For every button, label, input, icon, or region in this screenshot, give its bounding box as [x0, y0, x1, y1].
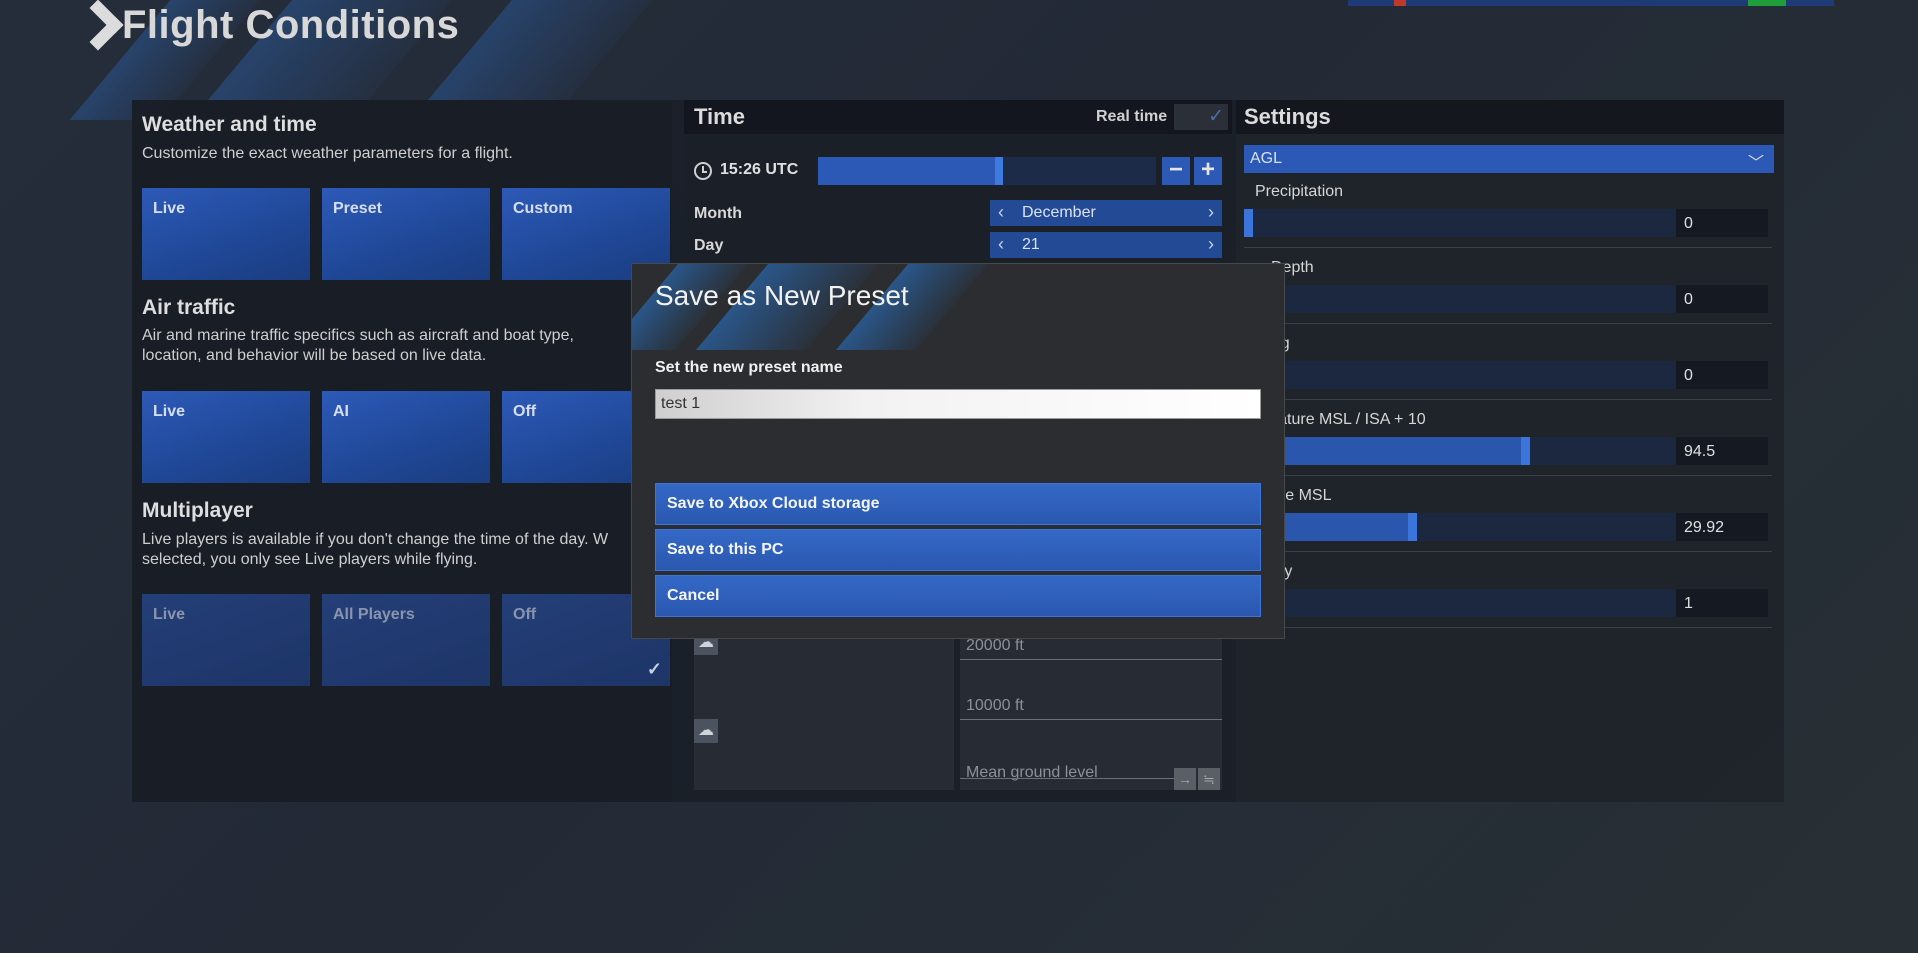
time-slider-fill — [818, 157, 995, 185]
setting-slider[interactable] — [1244, 209, 1676, 237]
checkmark-icon: ✓ — [646, 659, 662, 679]
cancel-button[interactable]: Cancel — [655, 575, 1261, 617]
multiplayer-description-1: Live players is available if you don't c… — [142, 531, 609, 548]
weather-time-description: Customize the exact weather parameters f… — [142, 145, 513, 162]
preset-name-input[interactable] — [655, 389, 1261, 419]
save-preset-dialog: Save as New Preset Set the new preset na… — [631, 263, 1285, 639]
bg-stripe — [428, 0, 652, 100]
time-title: Time — [694, 104, 745, 129]
setting-slider-fill — [1244, 437, 1525, 465]
setting-value: 1 — [1684, 595, 1693, 612]
chevron-left-icon[interactable]: ‹ — [998, 202, 1004, 223]
air-traffic-description-1: Air and marine traffic specifics such as… — [142, 327, 574, 344]
setting-value-field[interactable]: 0 — [1676, 209, 1768, 237]
setting-slider[interactable] — [1244, 589, 1676, 617]
time-decrement-button[interactable]: − — [1162, 157, 1190, 185]
altitude-reference-dropdown[interactable]: AGL ﹀ — [1244, 145, 1774, 173]
month-label: Month — [694, 205, 742, 222]
weather-time-title: Weather and time — [142, 113, 317, 136]
weather-option-preset[interactable]: Preset — [322, 188, 490, 280]
chevron-right-icon[interactable]: › — [1208, 202, 1214, 223]
setting-label: Precipitation — [1255, 183, 1344, 200]
setting-divider — [1244, 399, 1772, 400]
altitude-gridline — [960, 778, 1178, 779]
wind-icon[interactable]: ≒ — [1198, 768, 1220, 790]
air-traffic-option-live[interactable]: Live — [142, 391, 310, 483]
month-stepper[interactable]: ‹ December › — [990, 200, 1222, 226]
setting-slider[interactable] — [1244, 285, 1676, 313]
dialog-title: Save as New Preset — [655, 280, 909, 311]
preset-name-label: Set the new preset name — [655, 359, 843, 376]
day-label: Day — [694, 237, 724, 254]
save-cloud-button[interactable]: Save to Xbox Cloud storage — [655, 483, 1261, 525]
time-increment-button[interactable]: + — [1194, 157, 1222, 185]
altitude-reference-value: AGL — [1250, 150, 1283, 167]
month-value: December — [1022, 204, 1096, 221]
setting-slider-handle[interactable] — [1521, 437, 1530, 465]
setting-slider[interactable] — [1244, 437, 1676, 465]
weather-option-live[interactable]: Live — [142, 188, 310, 280]
altitude-label: 20000 ft — [966, 637, 1024, 654]
page-header: Flight Conditions — [80, 0, 459, 50]
air-traffic-title: Air traffic — [142, 296, 236, 319]
setting-value-field[interactable]: 0 — [1676, 361, 1768, 389]
arrow-right-icon[interactable]: → — [1174, 768, 1196, 790]
time-of-day-value: 15:26 UTC — [720, 161, 799, 178]
setting-value-field[interactable]: 29.92 — [1676, 513, 1768, 541]
setting-value: 0 — [1684, 367, 1693, 384]
real-time-checkbox[interactable]: ✓ — [1174, 104, 1228, 130]
chevron-right-icon — [80, 5, 108, 45]
chevron-down-icon: ﹀ — [1747, 155, 1764, 172]
top-status-strip — [1348, 0, 1834, 6]
setting-slider[interactable] — [1244, 361, 1676, 389]
multiplayer-option-all-players[interactable]: All Players — [322, 594, 490, 686]
page-title: Flight Conditions — [122, 2, 460, 47]
multiplayer-option-live[interactable]: Live — [142, 594, 310, 686]
setting-value-field[interactable]: 0 — [1676, 285, 1768, 313]
air-traffic-description-2: location, and behavior will be based on … — [142, 347, 487, 364]
setting-divider — [1244, 475, 1772, 476]
altitude-label: Mean ground level — [966, 764, 1098, 781]
setting-value-field[interactable]: 1 — [1676, 589, 1768, 617]
setting-divider — [1244, 323, 1772, 324]
checkmark-icon: ✓ — [1208, 106, 1224, 127]
cloud-icon[interactable] — [694, 719, 718, 743]
altitude-gridline — [960, 659, 1222, 660]
setting-divider — [1244, 247, 1772, 248]
setting-value-field[interactable]: 94.5 — [1676, 437, 1768, 465]
chevron-left-icon[interactable]: ‹ — [998, 234, 1004, 255]
altitude-label: 10000 ft — [966, 697, 1024, 714]
setting-slider[interactable] — [1244, 513, 1676, 541]
air-traffic-option-ai[interactable]: AI — [322, 391, 490, 483]
save-pc-button[interactable]: Save to this PC — [655, 529, 1261, 571]
setting-value: 0 — [1684, 291, 1693, 308]
time-slider-handle[interactable] — [995, 157, 1003, 185]
chevron-right-icon[interactable]: › — [1208, 234, 1214, 255]
setting-divider — [1244, 551, 1772, 552]
time-of-day-slider[interactable] — [818, 157, 1156, 185]
day-value: 21 — [1022, 236, 1040, 253]
setting-divider — [1244, 627, 1772, 628]
day-stepper[interactable]: ‹ 21 › — [990, 232, 1222, 258]
setting-slider-handle[interactable] — [1244, 209, 1253, 237]
altitude-gridline — [960, 719, 1222, 720]
real-time-label: Real time — [1096, 108, 1168, 125]
setting-value: 94.5 — [1684, 443, 1716, 460]
multiplayer-description-2: selected, you only see Live players whil… — [142, 551, 478, 568]
multiplayer-title: Multiplayer — [142, 499, 253, 522]
setting-value: 0 — [1684, 215, 1693, 232]
clock-icon — [694, 162, 712, 180]
settings-title: Settings — [1244, 104, 1331, 129]
setting-slider-handle[interactable] — [1408, 513, 1417, 541]
setting-value: 29.92 — [1684, 519, 1725, 536]
